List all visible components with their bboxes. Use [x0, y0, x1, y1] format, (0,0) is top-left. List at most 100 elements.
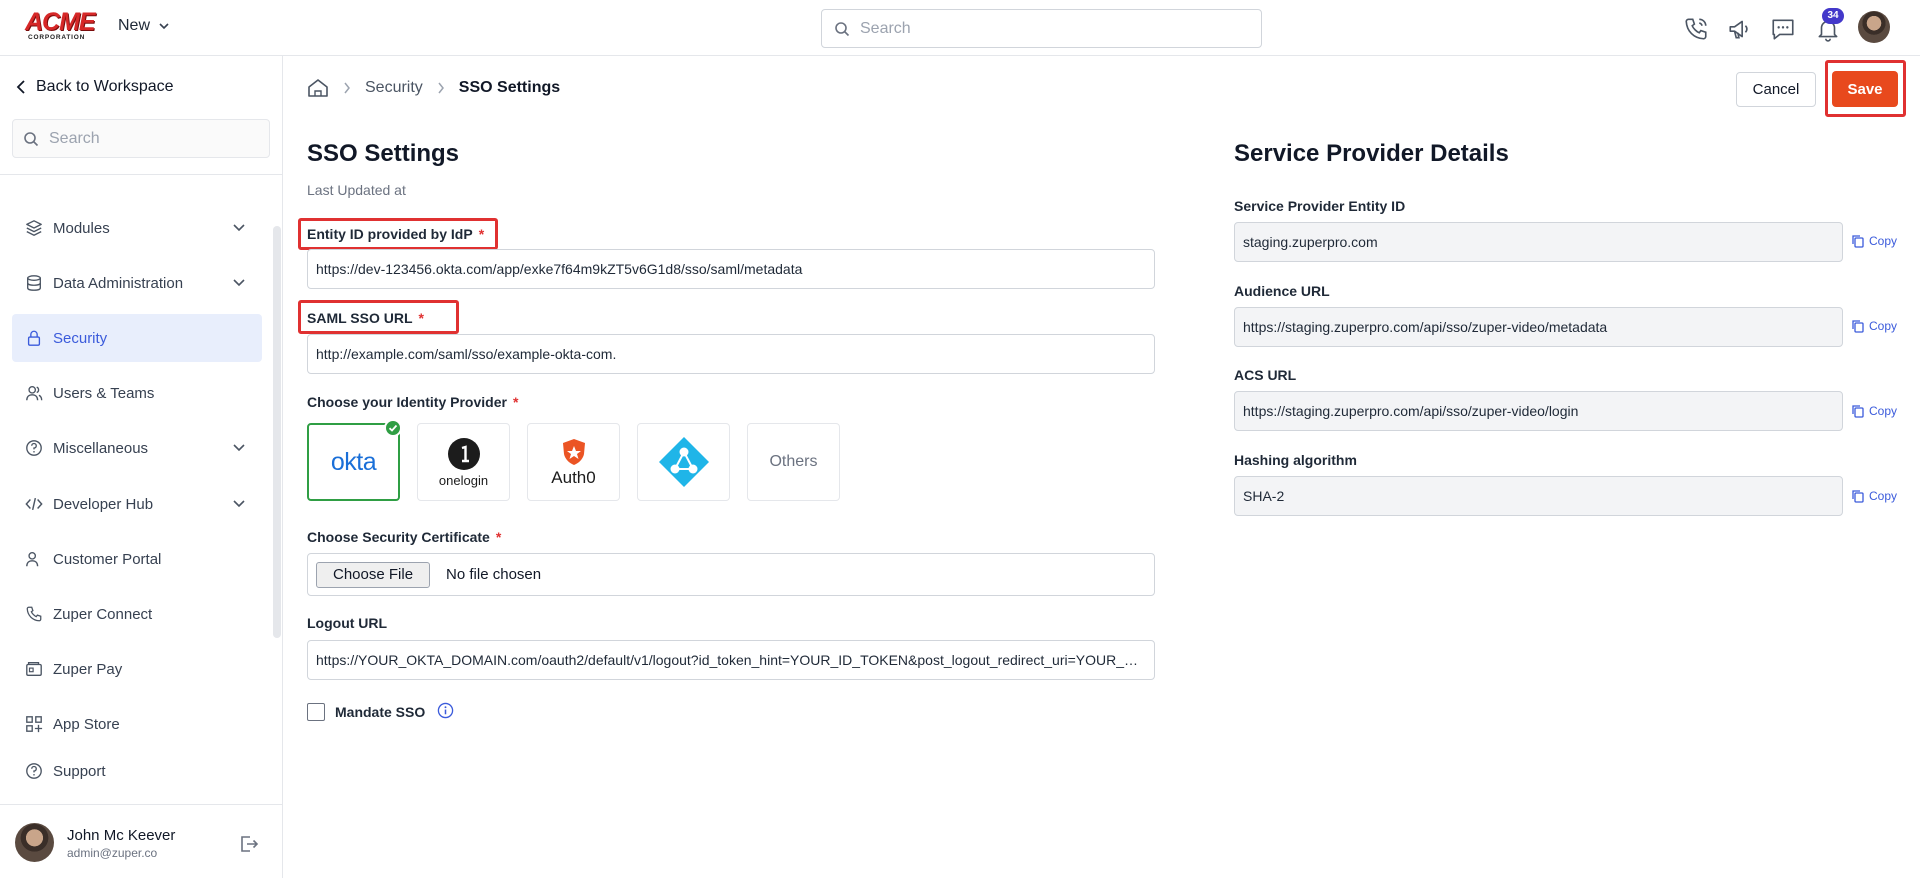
- certificate-file-input[interactable]: Choose File No file chosen: [307, 553, 1155, 596]
- megaphone-icon[interactable]: [1727, 16, 1753, 42]
- new-menu-button[interactable]: New: [118, 17, 170, 35]
- onelogin-icon: [447, 437, 480, 470]
- mandate-sso-label: Mandate SSO: [335, 704, 426, 720]
- logout-url-field[interactable]: https://YOUR_OKTA_DOMAIN.com/oauth2/defa…: [307, 640, 1155, 680]
- global-search-input[interactable]: Search: [821, 9, 1262, 48]
- sidebar-item-users-teams[interactable]: Users & Teams: [12, 369, 262, 417]
- company-logo[interactable]: ACME CORPORATION: [25, 8, 96, 42]
- divider: [0, 174, 283, 175]
- avatar[interactable]: [1858, 11, 1890, 43]
- phone-icon[interactable]: [1683, 16, 1709, 42]
- sidebar-item-modules[interactable]: Modules: [12, 204, 262, 252]
- sidebar-item-developer-hub[interactable]: Developer Hub: [12, 480, 262, 528]
- save-button[interactable]: Save: [1832, 71, 1898, 107]
- copy-icon: [1852, 405, 1864, 418]
- idp-option-onelogin[interactable]: onelogin: [417, 423, 510, 501]
- saml-url-field[interactable]: http://example.com/saml/sso/example-okta…: [307, 334, 1155, 374]
- mandate-sso-checkbox[interactable]: [307, 703, 325, 721]
- last-updated-text: Last Updated at: [307, 182, 406, 198]
- audience-url-field[interactable]: https://staging.zuperpro.com/api/sso/zup…: [1234, 307, 1843, 347]
- search-placeholder: Search: [860, 19, 911, 37]
- layers-icon: [25, 219, 43, 237]
- onelogin-label: onelogin: [438, 472, 489, 488]
- sidebar-item-support[interactable]: Support: [12, 747, 262, 795]
- entity-id-label: Entity ID provided by IdP *: [307, 226, 485, 242]
- chevron-down-icon: [232, 275, 246, 289]
- sidebar-item-miscellaneous[interactable]: Miscellaneous: [12, 424, 262, 472]
- logout-icon[interactable]: [238, 833, 260, 855]
- sidebar-item-customer-portal[interactable]: Customer Portal: [12, 535, 262, 583]
- sidebar-item-zuper-connect[interactable]: Zuper Connect: [12, 590, 262, 638]
- breadcrumb: Security SSO Settings: [307, 78, 560, 98]
- entity-id-field[interactable]: https://dev-123456.okta.com/app/exke7f64…: [307, 249, 1155, 289]
- saml-url-label: SAML SSO URL *: [307, 310, 424, 326]
- copy-icon: [1852, 490, 1864, 503]
- sidebar-item-label: Zuper Connect: [53, 605, 153, 623]
- check-icon: [384, 419, 402, 437]
- users-icon: [25, 384, 43, 402]
- file-status: No file chosen: [446, 566, 542, 583]
- sidebar-item-label: Users & Teams: [53, 384, 155, 402]
- acs-url-label: ACS URL: [1234, 367, 1297, 383]
- sidebar-item-data-administration[interactable]: Data Administration: [12, 259, 262, 307]
- avatar[interactable]: [15, 823, 54, 862]
- copy-button[interactable]: Copy: [1851, 234, 1897, 248]
- idp-option-auth0[interactable]: Auth0: [527, 423, 620, 501]
- new-label: New: [118, 17, 151, 34]
- sidebar-item-label: Security: [53, 329, 108, 347]
- chevron-left-icon: [16, 80, 26, 94]
- sidebar-item-label: Zuper Pay: [53, 660, 123, 678]
- info-icon[interactable]: [437, 702, 454, 719]
- back-to-workspace-link[interactable]: Back to Workspace: [16, 78, 174, 96]
- lifebuoy-icon: [25, 762, 43, 780]
- copy-button[interactable]: Copy: [1851, 319, 1897, 333]
- cancel-button[interactable]: Cancel: [1736, 72, 1816, 107]
- database-icon: [25, 274, 43, 292]
- page-title: SSO Settings: [307, 140, 460, 167]
- others-label: Others: [769, 453, 818, 470]
- okta-logo: okta: [330, 447, 377, 476]
- back-label: Back to Workspace: [36, 78, 174, 95]
- copy-button[interactable]: Copy: [1851, 404, 1897, 418]
- logout-url-label: Logout URL: [307, 615, 388, 631]
- acs-url-field[interactable]: https://staging.zuperpro.com/api/sso/zup…: [1234, 391, 1843, 431]
- sidebar-search-input[interactable]: Search: [12, 119, 270, 158]
- copy-icon: [1852, 320, 1864, 333]
- service-provider-title: Service Provider Details: [1234, 140, 1509, 167]
- sidebar-item-zuper-pay[interactable]: Zuper Pay: [12, 645, 262, 693]
- idp-option-azure-ad[interactable]: [637, 423, 730, 501]
- sidebar: Back to Workspace Search Modules Data Ad…: [0, 56, 283, 878]
- code-icon: [25, 495, 43, 513]
- idp-option-okta[interactable]: okta: [307, 419, 402, 501]
- chevron-right-icon: [343, 82, 351, 94]
- home-icon[interactable]: [307, 78, 329, 98]
- idp-label: Choose your Identity Provider *: [307, 394, 519, 410]
- copy-button[interactable]: Copy: [1851, 489, 1897, 503]
- search-placeholder: Search: [49, 129, 100, 147]
- copy-icon: [1852, 235, 1864, 248]
- sidebar-item-label: Miscellaneous: [53, 439, 149, 457]
- search-icon: [23, 131, 39, 147]
- idp-option-others[interactable]: Others: [747, 423, 840, 501]
- breadcrumb-security[interactable]: Security: [365, 79, 423, 97]
- chevron-down-icon: [232, 496, 246, 510]
- sidebar-item-label: Developer Hub: [53, 495, 154, 513]
- sp-entity-id-field[interactable]: staging.zuperpro.com: [1234, 222, 1843, 262]
- logo-subtext: CORPORATION: [28, 34, 86, 41]
- sidebar-scrollbar[interactable]: [273, 226, 281, 638]
- user-name: John Mc Keever: [67, 827, 176, 844]
- sidebar-item-label: Customer Portal: [53, 550, 162, 568]
- auth0-label: Auth0: [551, 467, 596, 487]
- logo-text: ACME: [25, 8, 96, 36]
- user-icon: [25, 550, 43, 568]
- sidebar-item-app-store[interactable]: App Store: [12, 700, 262, 748]
- sidebar-item-label: Data Administration: [53, 274, 184, 292]
- choose-file-button[interactable]: Choose File: [316, 561, 431, 588]
- help-circle-icon: [25, 439, 43, 457]
- auth0-icon: [562, 438, 585, 465]
- hashing-algorithm-field[interactable]: SHA-2: [1234, 476, 1843, 516]
- azure-ad-icon: [658, 437, 709, 487]
- chevron-down-icon: [158, 20, 170, 32]
- chat-icon[interactable]: [1770, 16, 1796, 42]
- sidebar-item-security[interactable]: Security: [12, 314, 262, 362]
